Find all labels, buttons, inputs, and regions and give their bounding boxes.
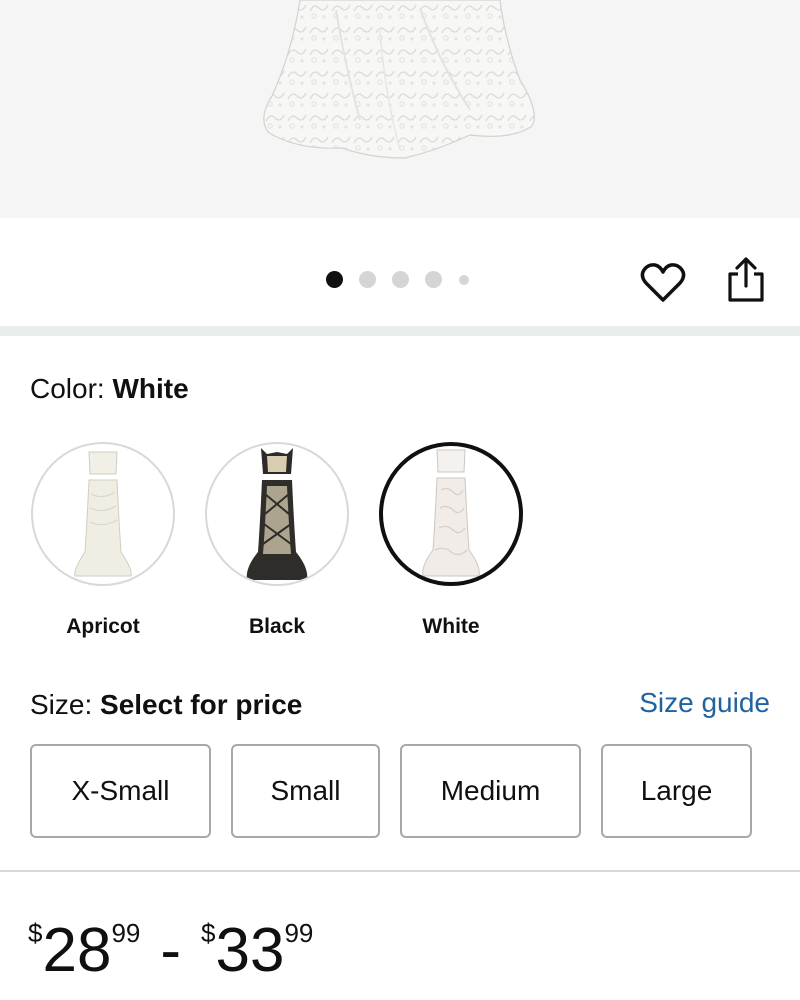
carousel-dot[interactable]: [425, 271, 442, 288]
size-guide-link[interactable]: Size guide: [639, 686, 770, 720]
price-high-fraction: 99: [284, 918, 314, 948]
size-prompt: Select for price: [100, 689, 303, 720]
swatch-label-apricot: Apricot: [66, 615, 140, 638]
carousel-dot[interactable]: [392, 271, 409, 288]
color-swatch-white[interactable]: [379, 442, 523, 586]
carousel-dot[interactable]: [359, 271, 376, 288]
price-low-fraction: 99: [111, 918, 141, 948]
swatch-label-black: Black: [248, 615, 306, 638]
color-swatch-apricot[interactable]: [31, 442, 175, 586]
price-high-symbol: $: [201, 918, 216, 948]
apricot-dress-thumbnail: [74, 451, 132, 577]
color-label-prefix: Color:: [30, 373, 113, 404]
price-low-symbol: $: [28, 918, 43, 948]
size-option-large[interactable]: Large: [601, 744, 752, 838]
black-dress-thumbnail: [246, 448, 308, 580]
heart-outline-icon: [640, 263, 686, 302]
swatch-label-white: White: [422, 615, 480, 638]
section-divider: [0, 326, 800, 336]
size-option-medium[interactable]: Medium: [400, 744, 581, 838]
selected-color-value: White: [112, 373, 189, 404]
price-separator: -: [160, 916, 182, 985]
carousel-dot[interactable]: [459, 275, 469, 285]
carousel-dot[interactable]: [326, 271, 343, 288]
product-image[interactable]: [0, 0, 800, 218]
size-label-prefix: Size:: [30, 689, 101, 720]
color-swatch-black[interactable]: [205, 442, 349, 586]
size-option-x-small[interactable]: X-Small: [30, 744, 211, 838]
price-low-whole: 28: [42, 916, 112, 985]
price-range: $28 99 - $33 99: [28, 916, 313, 986]
size-option-small[interactable]: Small: [231, 744, 380, 838]
share-icon: [728, 257, 764, 302]
size-label: Size: Select for price: [30, 688, 302, 722]
share-button[interactable]: [724, 256, 768, 304]
wishlist-button[interactable]: [640, 262, 686, 304]
dress-hem-illustration: [263, 0, 535, 159]
white-dress-thumbnail: [422, 449, 480, 577]
color-label: Color: White: [30, 372, 189, 406]
price-divider: [0, 870, 800, 872]
price-high-whole: 33: [215, 916, 285, 985]
